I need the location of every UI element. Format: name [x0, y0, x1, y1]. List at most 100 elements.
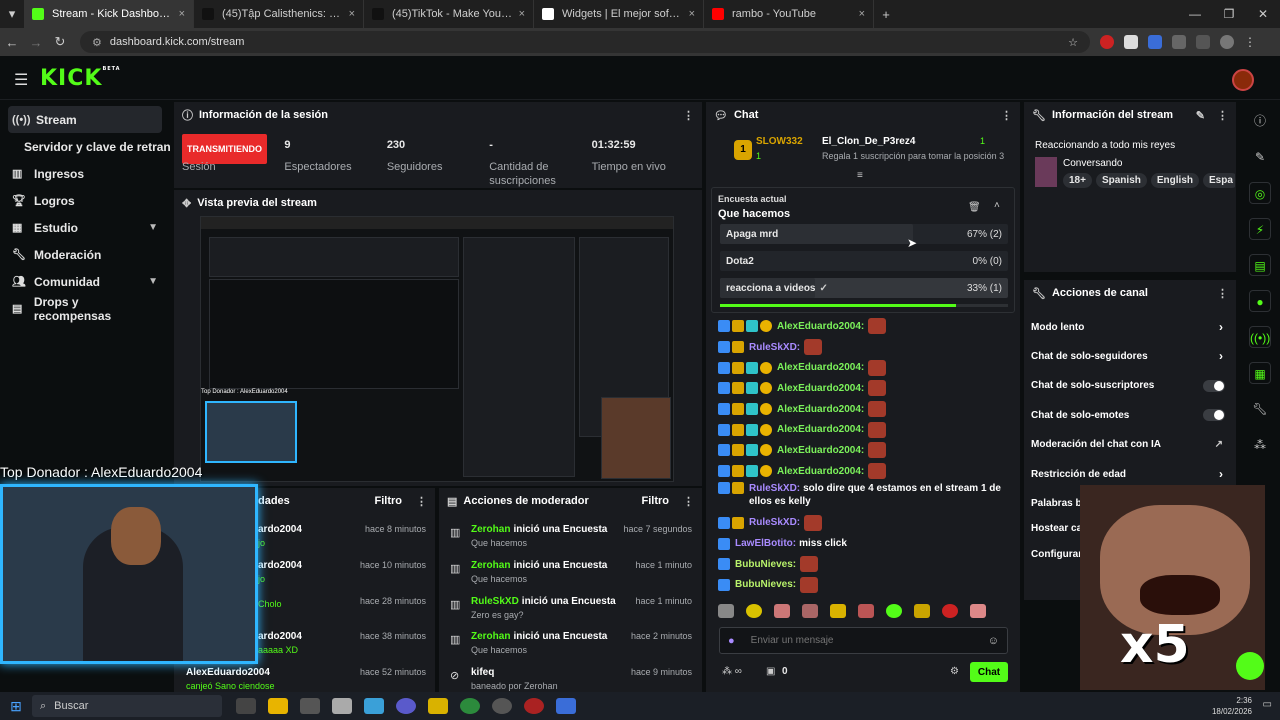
channel-action-item[interactable]: Chat de solo-seguidores › — [1031, 349, 1231, 363]
chat-username[interactable]: LawElBotito: — [735, 538, 796, 549]
chat-username[interactable]: AlexEduardo2004: — [777, 404, 864, 415]
poll-option[interactable]: reacciona a videos ✓ 33% (1) — [720, 278, 1008, 298]
poll-option[interactable]: Dota2 0% (0) — [720, 251, 1008, 271]
green-float-button[interactable] — [1236, 652, 1264, 680]
emote-icon[interactable] — [718, 604, 734, 618]
mod-user[interactable]: Zerohan — [471, 631, 510, 642]
chat-username[interactable]: RuleSkXD: — [749, 483, 800, 494]
mod-user[interactable]: Zerohan — [471, 524, 510, 535]
chat-username[interactable]: RuleSkXD: — [749, 517, 800, 528]
activity-item[interactable]: AlexEduardo2004 canjeó Sano ciendose hace … — [186, 667, 426, 691]
file-explorer-icon[interactable] — [268, 698, 288, 714]
document-icon[interactable]: ▤ — [1249, 254, 1271, 276]
taskbar-clock[interactable]: 2:36 18/02/2026 — [1212, 695, 1252, 717]
app-circle-icon[interactable] — [492, 698, 512, 714]
emote-icon[interactable] — [802, 604, 818, 618]
chat-bubble-icon[interactable]: ● — [1249, 290, 1271, 312]
poll-option[interactable]: Apaga mrd 67% (2) — [720, 224, 1008, 244]
layout-icon[interactable]: ▦ — [1249, 362, 1271, 384]
gift-icon[interactable]: ▣ — [766, 666, 775, 677]
mod-action-item[interactable]: ▥ Zerohan inició una Encuesta Que hacemos ha… — [450, 524, 692, 548]
chat-username[interactable]: AlexEduardo2004: — [777, 321, 864, 332]
more-options-icon[interactable]: ⋮ — [683, 109, 694, 122]
channel-action-item[interactable]: Modo lento › — [1031, 320, 1231, 334]
chat-username[interactable]: BubuNieves: — [735, 579, 796, 590]
more-options-icon[interactable]: ⋮ — [683, 495, 694, 508]
media-icon[interactable] — [1196, 35, 1210, 49]
channel-action-item[interactable]: Chat de solo-emotes — [1031, 408, 1231, 422]
collapse-poll-icon[interactable]: ˄ — [994, 200, 1000, 211]
activity-item[interactable]: Cholo hace 28 minutos — [258, 596, 426, 609]
close-tab-icon[interactable]: × — [689, 8, 695, 20]
notification-icon[interactable]: ▭ — [1263, 699, 1272, 710]
target-icon[interactable]: ◎ — [1249, 182, 1271, 204]
site-info-icon[interactable]: ⚙ — [92, 36, 102, 49]
new-tab-button[interactable]: + — [874, 7, 898, 22]
emote-icon[interactable] — [970, 604, 986, 618]
bolt-icon[interactable]: ⚡︎ — [1249, 218, 1271, 240]
hamburger-icon[interactable]: ☰ — [14, 70, 28, 90]
sidebar-item-comunidad[interactable]: 👥︎ Comunidad ▼ — [0, 268, 170, 295]
obs-icon[interactable] — [396, 698, 416, 714]
sidebar-item-ingresos[interactable]: ▥ Ingresos — [0, 160, 170, 187]
stream-preview-video[interactable]: Top Donador : AlexEduardo2004 — [200, 216, 674, 482]
activity-item[interactable]: ardo2004 jo hace 8 minutos — [258, 524, 426, 548]
emote-icon[interactable] — [886, 604, 902, 618]
chat-username[interactable]: AlexEduardo2004: — [777, 424, 864, 435]
extension-diamond-icon[interactable] — [1124, 35, 1138, 49]
activity-item[interactable]: ardo2004 aaaaa XD hace 38 minutos — [258, 631, 426, 655]
chat-message-input[interactable] — [750, 635, 988, 646]
settings-icon[interactable] — [300, 698, 320, 714]
emote-icon[interactable] — [746, 604, 762, 618]
mod-action-item[interactable]: ▥ RuleSkXD inició una Encuesta Zero es gay?… — [450, 596, 692, 620]
app-blue-icon[interactable] — [556, 698, 576, 714]
chat-username[interactable]: BubuNieves: — [735, 559, 796, 570]
notepad-icon[interactable] — [364, 698, 384, 714]
category-thumb[interactable] — [1035, 157, 1057, 187]
close-tab-icon[interactable]: × — [859, 8, 865, 20]
activity-item[interactable]: ardo2004 jo hace 10 minutos — [258, 560, 426, 584]
kick-logo[interactable]: KICKBETA — [40, 66, 121, 91]
sidebar-item-moderacion[interactable]: 🔧︎ Moderación — [0, 241, 170, 268]
close-tab-icon[interactable]: × — [349, 8, 355, 20]
chat-username[interactable]: AlexEduardo2004: — [777, 383, 864, 394]
collapse-pinned-icon[interactable]: ≡ — [857, 170, 863, 181]
minimize-icon[interactable]: — — [1178, 0, 1212, 28]
emote-icon[interactable] — [914, 604, 930, 618]
chat-settings-icon[interactable]: ⚙ — [950, 666, 959, 677]
tag-chip[interactable]: English — [1150, 173, 1199, 188]
chat-username[interactable]: AlexEduardo2004: — [777, 445, 864, 456]
broadcast-icon[interactable]: ((•)) — [1249, 326, 1271, 348]
channel-action-item[interactable]: Moderación del chat con IA ↗ — [1031, 438, 1231, 452]
filter-button[interactable]: Filtro — [375, 495, 403, 507]
mod-user[interactable]: kifeq — [471, 667, 494, 678]
extension-red-icon[interactable] — [1100, 35, 1114, 49]
emote-icon[interactable] — [858, 604, 874, 618]
tag-chip[interactable]: Spanish — [1095, 173, 1147, 188]
reload-icon[interactable]: ↻ — [48, 34, 72, 50]
close-window-icon[interactable]: ✕ — [1246, 0, 1280, 28]
category-name[interactable]: Conversando — [1063, 158, 1122, 169]
user-avatar[interactable] — [1232, 69, 1254, 91]
extension-blue-icon[interactable] — [1148, 35, 1162, 49]
sidebar-item-logros[interactable]: 🏆︎ Logros — [0, 187, 170, 214]
points-icon[interactable]: ⁂ ∞ — [722, 666, 742, 677]
sidebar-item-stream[interactable]: ((•)) Stream — [8, 106, 162, 133]
channel-action-item[interactable]: Chat de solo-suscriptores — [1031, 379, 1231, 393]
extensions-puzzle-icon[interactable] — [1172, 35, 1186, 49]
mod-action-item[interactable]: ⊘ kifeq baneado por Zerohan hace 9 minutos — [450, 667, 692, 691]
back-icon[interactable]: ← — [0, 35, 24, 50]
chrome-icon[interactable] — [460, 698, 480, 714]
mod-user[interactable]: Zerohan — [471, 560, 510, 571]
second-gifter-name[interactable]: El_Clon_De_P3rez4 — [822, 136, 915, 147]
app-red-icon[interactable] — [524, 698, 544, 714]
emote-icon[interactable] — [774, 604, 790, 618]
toggle-switch[interactable] — [1203, 379, 1225, 392]
bookmark-star-icon[interactable]: ☆ — [1068, 36, 1078, 49]
chat-username[interactable]: AlexEduardo2004: — [777, 466, 864, 477]
browser-tab[interactable]: Stream - Kick Dashboard × — [24, 0, 194, 28]
info-icon[interactable]: ⓘ — [1249, 110, 1271, 132]
mod-action-item[interactable]: ▥ Zerohan inició una Encuesta Que hacemos ha… — [450, 560, 692, 584]
close-tab-icon[interactable]: × — [179, 8, 185, 20]
browser-tab[interactable]: rambo - YouTube × — [704, 0, 874, 28]
